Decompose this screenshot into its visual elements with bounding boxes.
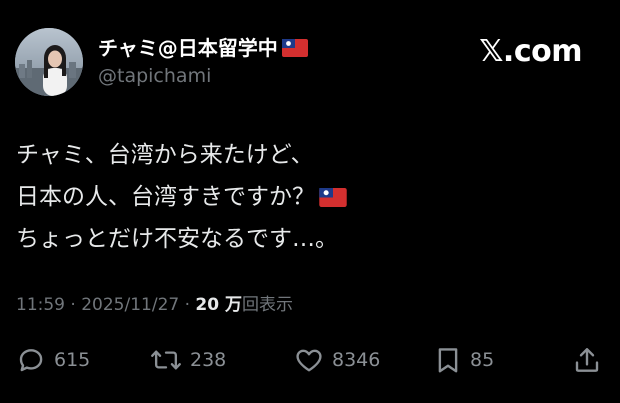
- reply-count: 615: [54, 349, 91, 371]
- tweet-line-3: ちょっとだけ不安なるです…。: [16, 218, 596, 260]
- taiwan-flag-icon: [281, 39, 308, 57]
- tweet-line-1: チャミ、台湾から来たけど、: [16, 134, 596, 176]
- views-count: 20 万: [195, 295, 242, 315]
- author-handle[interactable]: @tapichami: [98, 64, 211, 88]
- author-display-name[interactable]: チャミ@日本留学中: [98, 36, 308, 60]
- taiwan-flag-icon: [319, 187, 347, 207]
- tweet-meta: 11:59 · 2025/11/27 · 20 万回表示: [16, 293, 293, 317]
- views-label: 回表示: [242, 295, 293, 315]
- avatar[interactable]: [15, 28, 83, 96]
- bookmark-icon: [438, 348, 458, 373]
- display-name-text: チャミ@日本留学中: [98, 36, 278, 60]
- tweet-body: チャミ、台湾から来たけど、 日本の人、台湾すきですか？ ちょっとだけ不安なるです…: [16, 134, 596, 260]
- share-icon: [575, 348, 599, 372]
- reply-icon: [19, 349, 43, 372]
- like-button[interactable]: 8346: [294, 342, 380, 378]
- action-bar: 615 238 8346 85: [16, 342, 606, 378]
- retweet-count: 238: [190, 349, 227, 371]
- avatar-photo: [15, 28, 83, 96]
- tweet-card: チャミ@日本留学中 @tapichami 𝕏.com チャミ、台湾から来たけど、…: [0, 0, 620, 403]
- like-count: 8346: [332, 349, 381, 371]
- tweet-date[interactable]: 2025/11/27: [81, 295, 179, 315]
- share-button[interactable]: [572, 342, 602, 378]
- meta-separator: ·: [179, 295, 196, 315]
- tweet-line-text: 日本の人、台湾すきですか？: [16, 184, 315, 210]
- bookmark-button[interactable]: 85: [434, 342, 494, 378]
- retweet-icon: [151, 350, 181, 370]
- tweet-line-text: チャミ、台湾から来たけど、: [16, 142, 314, 168]
- retweet-button[interactable]: 238: [150, 342, 226, 378]
- tweet-line-text: ちょっとだけ不安なるです…。: [16, 226, 338, 252]
- meta-separator: ·: [65, 295, 82, 315]
- tweet-time[interactable]: 11:59: [16, 295, 65, 315]
- reply-button[interactable]: 615: [16, 342, 90, 378]
- heart-icon: [296, 349, 322, 372]
- x-logo: 𝕏.com: [479, 34, 582, 69]
- tweet-line-2: 日本の人、台湾すきですか？: [16, 176, 596, 218]
- bookmark-count: 85: [470, 349, 495, 371]
